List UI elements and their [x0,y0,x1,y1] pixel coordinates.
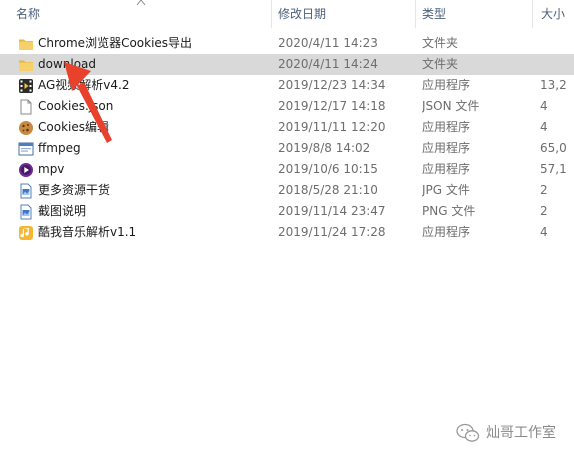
file-size: 65,0 [540,141,567,155]
file-name: Cookies编辑 [38,120,109,134]
play-circle-icon [18,162,34,178]
image-file-icon [18,204,34,220]
file-modified-date: 2019/12/23 14:34 [278,78,386,92]
file-explorer-window: 名称 修改日期 类型 大小 Chrome浏览器Cookies导出 2020/4/1… [0,0,574,457]
file-row[interactable]: Chrome浏览器Cookies导出 2020/4/11 14:23 文件夹 [0,33,574,54]
column-header-date[interactable]: 修改日期 [278,0,408,28]
file-modified-date: 2019/11/24 17:28 [278,225,386,239]
file-modified-date: 2019/8/8 14:02 [278,141,371,155]
file-row[interactable]: 更多资源干货 2018/5/28 21:10 JPG 文件 2 [0,180,574,201]
file-type: PNG 文件 [422,204,476,218]
file-name: 酷我音乐解析v1.1 [38,225,137,239]
file-type: 应用程序 [422,141,471,155]
app-window-icon [18,141,34,157]
file-name: 更多资源干货 [38,183,111,197]
film-app-icon [18,78,34,94]
file-type: 应用程序 [422,120,471,134]
file-row[interactable]: mpv 2019/10/6 10:15 应用程序 57,1 [0,159,574,180]
file-name: ffmpeg [38,141,81,155]
watermark: 灿哥工作室 [456,421,556,445]
column-header-name[interactable]: 名称 [16,0,266,28]
file-row[interactable]: AG视频解析v4.2 2019/12/23 14:34 应用程序 13,2 [0,75,574,96]
document-icon [18,99,34,115]
file-type: 文件夹 [422,36,459,50]
file-name: Cookies.json [38,99,114,113]
file-name: Chrome浏览器Cookies导出 [38,36,193,50]
column-header: 名称 修改日期 类型 大小 [0,0,574,28]
folder-icon [18,57,34,73]
file-size: 4 [540,120,548,134]
file-name: AG视频解析v4.2 [38,78,130,92]
file-size-cell: 57,1 [540,159,574,180]
file-row[interactable]: Cookies编辑 2019/11/11 12:20 应用程序 4 [0,117,574,138]
column-divider[interactable] [271,0,272,28]
file-row[interactable]: 截图说明 2019/11/14 23:47 PNG 文件 2 [0,201,574,222]
file-type: JPG 文件 [422,183,470,197]
file-modified-date: 2020/4/11 14:23 [278,36,378,50]
music-app-icon [18,225,34,241]
column-divider[interactable] [415,0,416,28]
file-row[interactable]: Cookies.json 2019/12/17 14:18 JSON 文件 4 [0,96,574,117]
file-size-cell: 4 [540,117,574,138]
file-modified-date: 2019/12/17 14:18 [278,99,386,113]
file-row[interactable]: ffmpeg 2019/8/8 14:02 应用程序 65,0 [0,138,574,159]
column-header-type[interactable]: 类型 [422,0,522,28]
file-type: 文件夹 [422,57,459,71]
file-size: 13,2 [540,78,567,92]
file-name: mpv [38,162,65,176]
file-size-cell [540,54,574,75]
file-size-cell: 2 [540,201,574,222]
folder-icon [18,36,34,52]
file-size: 57,1 [540,162,567,176]
file-modified-date: 2020/4/11 14:24 [278,57,378,71]
file-type: 应用程序 [422,225,471,239]
file-row[interactable]: 酷我音乐解析v1.1 2019/11/24 17:28 应用程序 4 [0,222,574,243]
file-modified-date: 2018/5/28 21:10 [278,183,378,197]
file-name: download [38,57,97,71]
file-type: 应用程序 [422,78,471,92]
column-divider[interactable] [532,0,533,28]
file-modified-date: 2019/11/11 12:20 [278,120,386,134]
wechat-icon [456,423,480,442]
file-size: 2 [540,204,548,218]
file-size: 2 [540,183,548,197]
file-type: 应用程序 [422,162,471,176]
file-row[interactable]: download 2020/4/11 14:24 文件夹 [0,54,574,75]
watermark-text: 灿哥工作室 [486,425,556,441]
file-list: Chrome浏览器Cookies导出 2020/4/11 14:23 文件夹 down… [0,33,574,243]
file-size: 4 [540,99,548,113]
column-header-size[interactable]: 大小 [541,0,574,28]
file-modified-date: 2019/11/14 23:47 [278,204,386,218]
image-file-icon [18,183,34,199]
file-size-cell: 4 [540,96,574,117]
file-size-cell: 65,0 [540,138,574,159]
file-size-cell: 2 [540,180,574,201]
file-size: 4 [540,225,548,239]
file-size-cell [540,33,574,54]
file-size-cell: 13,2 [540,75,574,96]
file-name: 截图说明 [38,204,87,218]
file-size-cell: 4 [540,222,574,243]
file-modified-date: 2019/10/6 10:15 [278,162,378,176]
file-type: JSON 文件 [422,99,480,113]
cookie-icon [18,120,34,136]
